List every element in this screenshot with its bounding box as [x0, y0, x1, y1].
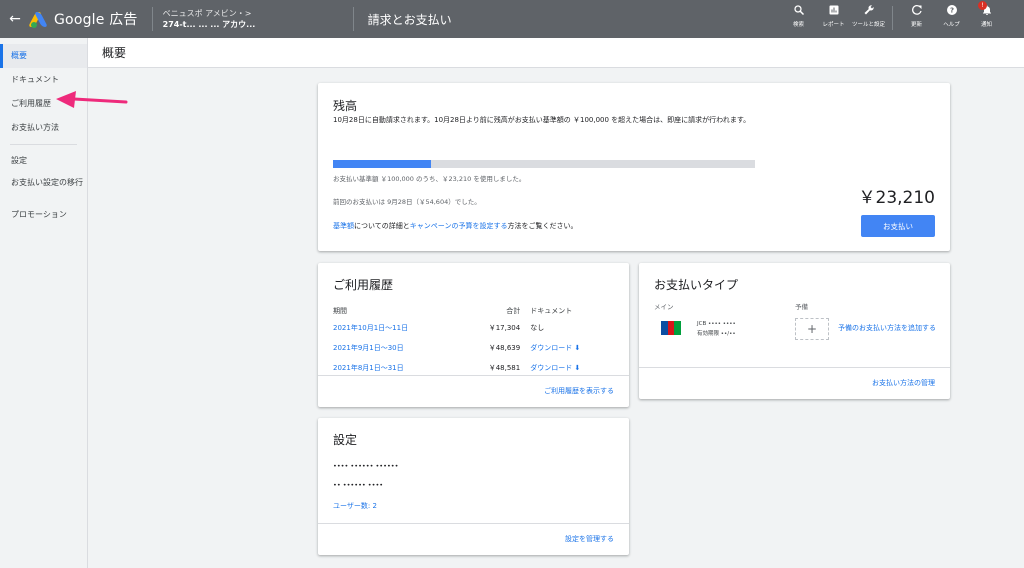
content-header: 概要: [88, 38, 1024, 68]
settings-line-1: •••• •••••• ••••••: [333, 462, 399, 470]
table-row: 2021年10月1日～11日 ￥17,304 なし: [333, 318, 615, 338]
svg-text:?: ?: [949, 7, 953, 15]
column-header-document: ドキュメント: [530, 306, 573, 315]
settings-line-2: •• •••••• ••••: [333, 481, 384, 489]
payment-type-title: お支払いタイプ: [654, 278, 739, 292]
balance-amount: ￥23,210: [858, 188, 935, 208]
row-total: ￥17,304: [488, 324, 521, 332]
search-button[interactable]: 検索: [781, 4, 816, 30]
threshold-used-text: お支払い基準額 ￥100,000 のうち、￥23,210 を使用しました。: [333, 175, 526, 183]
annotation-arrow-icon: [56, 91, 128, 108]
payment-type-card: お支払いタイプ メイン 予備 JCB •••• •••• 有効期限 ••/•• …: [639, 263, 950, 399]
account-name: ベニュスポ アメビン・>: [162, 9, 252, 18]
threshold-progress-bar: [333, 160, 755, 168]
help-icon: ?: [946, 4, 958, 20]
sidebar-item-promotions[interactable]: プロモーション: [0, 203, 87, 227]
row-total: ￥48,639: [488, 344, 521, 352]
download-link[interactable]: ダウンロード ⬇: [530, 364, 580, 372]
wrench-icon: [863, 4, 875, 20]
toolbar: 検索 レポート ツールと設定 更新 ? ヘルプ ! 通知: [781, 1, 1004, 30]
download-icon: ⬇: [574, 364, 581, 372]
main-label: メイン: [654, 303, 674, 311]
add-backup-payment-link[interactable]: 予備のお支払い方法を追加する: [836, 322, 938, 334]
period-link[interactable]: 2021年8月1日～31日: [333, 364, 404, 372]
threshold-info: 基準額についての詳細とキャンペーンの予算を設定する方法をご覧ください。: [333, 222, 578, 230]
report-button[interactable]: レポート: [816, 4, 851, 30]
sidebar: 概要 ドキュメント ご利用履歴 お支払い方法 設定 お支払い設定の移行 プロモー…: [0, 38, 88, 568]
page-title: 請求とお支払い: [367, 12, 452, 27]
google-ads-logo-icon: [28, 10, 48, 28]
settings-card: 設定 •••• •••••• •••••• •• •••••• •••• ユーザ…: [318, 418, 629, 555]
notification-badge: !: [978, 1, 987, 10]
notifications-button[interactable]: ! 通知: [969, 1, 1004, 30]
period-link[interactable]: 2021年10月1日～11日: [333, 324, 408, 332]
refresh-icon: [911, 4, 923, 20]
make-payment-button[interactable]: お支払い: [861, 215, 935, 237]
back-arrow-icon[interactable]: ←: [0, 11, 30, 27]
account-id: 274-t... ... ... アカウ...: [162, 20, 256, 29]
balance-card: 残高 ￥23,210 10月28日に自動請求されます。10月28日より前に残高が…: [318, 83, 950, 251]
account-selector[interactable]: ベニュスポ アメビン・> 274-t... ... ... アカウ...: [163, 8, 333, 30]
add-backup-button[interactable]: +: [795, 318, 829, 340]
jcb-card-icon: [661, 321, 682, 335]
sidebar-item-payment-methods[interactable]: お支払い方法: [0, 116, 87, 140]
column-header-period: 期間: [333, 306, 347, 315]
tools-settings-button[interactable]: ツールと設定: [851, 4, 886, 30]
top-app-bar: ← Google 広告 ベニュスポ アメビン・> 274-t... ... ..…: [0, 0, 1024, 38]
threshold-link[interactable]: 基準額: [333, 222, 354, 230]
sidebar-item-overview[interactable]: 概要: [0, 44, 87, 68]
users-count-link[interactable]: ユーザー数: 2: [333, 501, 377, 511]
previous-payment-text: 前回のお支払いは 9月28日（￥54,604）でした。: [333, 198, 481, 206]
manage-payment-methods-link[interactable]: お支払い方法の管理: [872, 378, 935, 388]
card-details: JCB •••• •••• 有効期限 ••/••: [697, 321, 736, 337]
balance-title: 残高: [333, 99, 358, 113]
refresh-button[interactable]: 更新: [899, 4, 934, 30]
row-document: なし: [530, 324, 545, 332]
section-title: 概要: [102, 46, 127, 60]
backup-label: 予備: [795, 303, 808, 311]
sidebar-item-migrate-settings[interactable]: お支払い設定の移行: [0, 173, 87, 203]
plus-icon: +: [806, 322, 818, 336]
transaction-history-card: ご利用履歴 期間 合計 ドキュメント 2021年10月1日～11日 ￥17,30…: [318, 263, 629, 407]
threshold-progress-fill: [333, 160, 431, 168]
download-icon: ⬇: [574, 344, 581, 352]
view-history-link[interactable]: ご利用履歴を表示する: [544, 386, 614, 396]
settings-title: 設定: [333, 433, 358, 447]
campaign-budget-link[interactable]: キャンペーンの予算を設定する: [410, 222, 508, 230]
sidebar-item-settings[interactable]: 設定: [0, 149, 87, 173]
download-link[interactable]: ダウンロード ⬇: [530, 344, 580, 352]
sidebar-item-documents[interactable]: ドキュメント: [0, 68, 87, 92]
search-icon: [793, 4, 805, 20]
table-row: 2021年9月1日～30日 ￥48,639 ダウンロード ⬇: [333, 338, 615, 358]
history-table: 期間 合計 ドキュメント 2021年10月1日～11日 ￥17,304 なし 2…: [333, 303, 615, 378]
manage-settings-link[interactable]: 設定を管理する: [565, 534, 614, 544]
brand-name: Google 広告: [54, 12, 138, 28]
column-header-total: 合計: [506, 306, 521, 315]
history-title: ご利用履歴: [333, 278, 394, 292]
help-button[interactable]: ? ヘルプ: [934, 4, 969, 30]
period-link[interactable]: 2021年9月1日～30日: [333, 344, 404, 352]
report-icon: [828, 4, 840, 20]
balance-description: 10月28日に自動請求されます。10月28日より前に残高がお支払い基準額の ￥1…: [333, 116, 751, 124]
